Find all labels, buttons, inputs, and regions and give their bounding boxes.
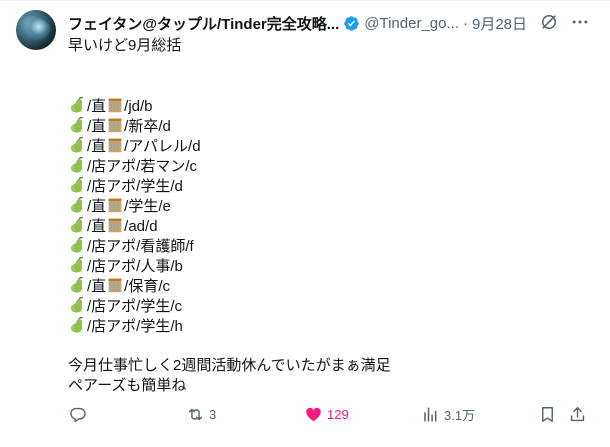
hotel-emoji bbox=[108, 198, 122, 213]
more-icon[interactable] bbox=[570, 12, 590, 32]
entry-detail: /ad/d bbox=[124, 218, 158, 235]
entry-line: /店アポ/学生/h bbox=[68, 316, 598, 336]
tweet-text: 早いけど9月総括 /直/jd/b/直/新卒/d/直/アパレル/d/店アポ/若マン… bbox=[68, 36, 598, 396]
display-name[interactable]: フェイタン@タップル/Tinder完全攻略... bbox=[68, 13, 339, 34]
pear-emoji bbox=[71, 177, 83, 193]
entry-text: /店アポ/学生/d bbox=[87, 178, 183, 195]
bookmark-icon bbox=[542, 406, 553, 422]
entry-text: /直 bbox=[87, 98, 107, 115]
entry-text: /直 bbox=[87, 118, 107, 135]
pear-emoji bbox=[71, 317, 83, 333]
entry-text: /店アポ/学生/c bbox=[87, 298, 183, 315]
like-count: 129 bbox=[327, 406, 349, 422]
entry-text: /直 bbox=[87, 278, 107, 295]
pear-emoji bbox=[71, 97, 83, 113]
retweet-count: 3 bbox=[209, 406, 217, 422]
entry-text: /直 bbox=[87, 218, 107, 235]
entry-line: /直/アパレル/d bbox=[68, 136, 598, 156]
entry-line: /直/学生/e bbox=[68, 196, 598, 216]
outro-line-2: ペアーズも簡単ね bbox=[68, 377, 187, 394]
entry-detail: /アパレル/d bbox=[124, 138, 201, 155]
pear-emoji bbox=[71, 217, 83, 233]
tweet-header: フェイタン@タップル/Tinder完全攻略... @Tinder_go... ·… bbox=[68, 12, 598, 34]
handle[interactable]: @Tinder_go... bbox=[364, 15, 459, 32]
pear-emoji bbox=[71, 277, 83, 293]
entry-text: /直 bbox=[87, 138, 107, 155]
entry-text: /直 bbox=[87, 198, 107, 215]
hotel-emoji bbox=[108, 218, 122, 233]
hotel-emoji bbox=[108, 98, 122, 113]
intro-line: 早いけど9月総括 bbox=[68, 37, 182, 54]
avatar[interactable] bbox=[16, 10, 56, 50]
entry-detail: /jd/b bbox=[124, 98, 153, 115]
like-button[interactable]: 129 bbox=[304, 403, 349, 425]
separator: · bbox=[462, 14, 468, 32]
entry-line: /直/保育/c bbox=[68, 276, 598, 296]
retweet-icon bbox=[188, 408, 203, 420]
pear-emoji bbox=[71, 137, 83, 153]
entry-detail: /新卒/d bbox=[124, 118, 171, 135]
entry-line: /直/新卒/d bbox=[68, 116, 598, 136]
pear-emoji bbox=[71, 237, 83, 253]
action-bar: 3 129 3.1万 bbox=[68, 403, 598, 425]
entry-line: /店アポ/学生/c bbox=[68, 296, 598, 316]
pear-emoji bbox=[71, 117, 83, 133]
hotel-emoji bbox=[108, 278, 122, 293]
entry-line: /直/ad/d bbox=[68, 216, 598, 236]
views-button[interactable]: 3.1万 bbox=[421, 403, 475, 425]
entry-text: /店アポ/学生/h bbox=[87, 318, 183, 335]
entry-detail: /学生/e bbox=[124, 198, 171, 215]
heart-icon bbox=[306, 407, 321, 421]
bookmark-button[interactable] bbox=[538, 403, 557, 425]
pear-emoji bbox=[71, 157, 83, 173]
pear-emoji bbox=[71, 297, 83, 313]
entry-line: /直/jd/b bbox=[68, 96, 598, 116]
pear-emoji bbox=[71, 257, 83, 273]
timestamp[interactable]: 9月28日 bbox=[472, 13, 527, 34]
entry-text: /店アポ/人事/b bbox=[87, 258, 183, 275]
share-icon bbox=[570, 406, 585, 421]
pear-emoji bbox=[71, 197, 83, 213]
entry-line: /店アポ/看護師/f bbox=[68, 236, 598, 256]
views-count: 3.1万 bbox=[444, 407, 476, 423]
verified-badge-icon[interactable] bbox=[343, 15, 360, 32]
entry-line: /店アポ/若マン/c bbox=[68, 156, 598, 176]
hotel-emoji bbox=[108, 138, 122, 153]
reply-icon bbox=[70, 407, 86, 422]
hotel-emoji bbox=[108, 118, 122, 133]
entry-text: /店アポ/看護師/f bbox=[87, 238, 194, 255]
share-button[interactable] bbox=[568, 403, 587, 425]
entry-list: /直/jd/b/直/新卒/d/直/アパレル/d/店アポ/若マン/c/店アポ/学生… bbox=[68, 96, 598, 336]
grok-icon[interactable] bbox=[539, 12, 559, 32]
views-icon bbox=[424, 406, 437, 422]
reply-button[interactable] bbox=[68, 403, 91, 425]
entry-detail: /保育/c bbox=[124, 278, 171, 295]
top-border bbox=[0, 0, 610, 1]
entry-text: /店アポ/若マン/c bbox=[87, 158, 198, 175]
entry-line: /店アポ/学生/d bbox=[68, 176, 598, 196]
entry-line: /店アポ/人事/b bbox=[68, 256, 598, 276]
outro-line-1: 今月仕事忙しく2週間活動休んでいたがまぁ満足 bbox=[68, 357, 391, 374]
retweet-button[interactable]: 3 bbox=[186, 403, 216, 425]
